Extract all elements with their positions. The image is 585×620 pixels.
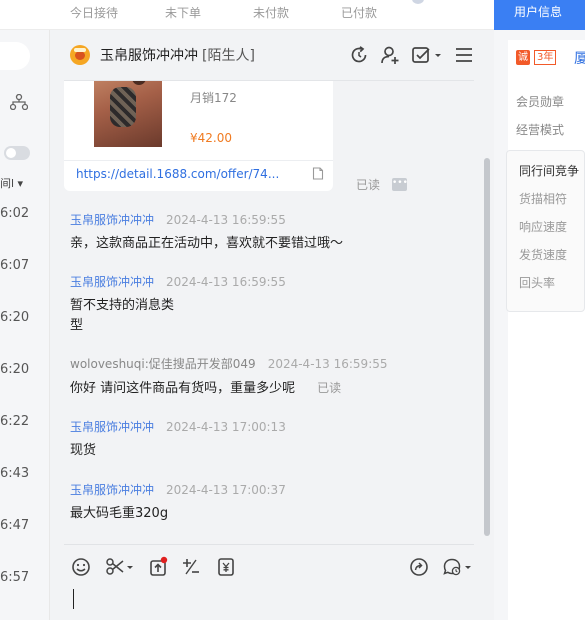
conversation-time[interactable]: 6:07: [0, 258, 29, 273]
conversation-time[interactable]: 6:43: [0, 466, 29, 481]
price-tag-icon[interactable]: [215, 556, 237, 578]
message-list: 月销172 ¥42.00 https://detail.1688.com/off…: [50, 81, 494, 541]
sort-dropdown-label: 间l: [0, 177, 15, 190]
message-meta: woloveshuqi:促佳搜品开发部049 2024-4-13 16:59:55: [70, 355, 388, 372]
message-sender[interactable]: 玉帛服饰冲冲冲: [70, 420, 154, 434]
read-status: 已读: [356, 178, 381, 192]
add-contact-icon[interactable]: [379, 44, 401, 66]
conversation-list: 间l ▾ 6:02 6:07 6:20 6:20 6:22 6:43 6:47 …: [0, 30, 50, 620]
more-icon[interactable]: •••: [392, 178, 408, 191]
shop-name[interactable]: 厦: [574, 48, 585, 68]
message-sender[interactable]: 玉帛服饰冲冲冲: [70, 275, 154, 289]
scissors-icon[interactable]: [105, 556, 135, 578]
message-text: 你好 请问这件商品有货吗，重量多少呢 已读: [70, 378, 341, 399]
conversation-time[interactable]: 6:02: [0, 206, 29, 221]
user-avatar-icon[interactable]: [412, 0, 424, 4]
peer-item: 发货速度: [519, 248, 568, 262]
emoji-icon[interactable]: [70, 556, 92, 578]
contact-tag: [陌生人]: [202, 48, 255, 64]
sort-dropdown[interactable]: 间l ▾: [0, 175, 23, 191]
peer-item: 货描相符: [519, 192, 568, 206]
integrity-years: 3年: [534, 50, 557, 65]
message-meta: 玉帛服饰冲冲冲 2024-4-13 16:59:55: [70, 273, 286, 290]
chat-panel: 玉帛服饰冲冲冲 [陌生人] 月销172 ¥42.00 https://detai…: [50, 30, 494, 620]
message-input[interactable]: [73, 589, 74, 609]
message-text: 暂不支持的消息类: [70, 298, 175, 313]
tab-unpaid[interactable]: 未付款: [253, 4, 289, 21]
message-sender[interactable]: 玉帛服饰冲冲冲: [70, 483, 154, 497]
product-price: ¥42.00: [190, 131, 232, 145]
contact-name[interactable]: 玉帛服饰冲冲冲: [100, 45, 198, 65]
message-meta: 玉帛服饰冲冲冲 2024-4-13 16:59:55: [70, 211, 286, 228]
tab-not-ordered[interactable]: 未下单: [165, 4, 201, 21]
tab-paid[interactable]: 已付款: [341, 4, 377, 21]
product-link[interactable]: https://detail.1688.com/offer/74...: [76, 167, 279, 181]
conversation-time[interactable]: 6:47: [0, 518, 29, 533]
message-text: 亲，这款商品正在活动中，喜欢就不要错过哦～: [70, 236, 344, 251]
message-time: 2024-4-13 16:59:55: [166, 275, 286, 289]
message-sender[interactable]: 玉帛服饰冲冲冲: [70, 213, 154, 227]
scrollbar[interactable]: [484, 158, 490, 536]
upload-icon[interactable]: [147, 556, 169, 578]
share-icon[interactable]: [408, 556, 430, 578]
contact-avatar[interactable]: [70, 45, 90, 65]
product-card[interactable]: 月销172 ¥42.00 https://detail.1688.com/off…: [64, 81, 333, 191]
plus-minus-icon[interactable]: [180, 556, 202, 578]
top-tab-bar: 今日接待 未下单 未付款 已付款: [0, 0, 494, 30]
search-input[interactable]: [0, 42, 30, 70]
tab-user-info[interactable]: 用户信息: [494, 0, 585, 30]
toolbar-divider: [64, 544, 474, 545]
conversation-time[interactable]: 6:20: [0, 362, 29, 377]
peer-comparison-box: 同行间竞争 货描相符 响应速度 发货速度 回头率: [506, 150, 585, 312]
filter-toggle[interactable]: [4, 146, 30, 160]
message-time: 2024-4-13 17:00:13: [166, 420, 286, 434]
message-meta: 玉帛服饰冲冲冲 2024-4-13 17:00:37: [70, 481, 286, 498]
read-status: 已读: [317, 381, 342, 395]
peer-item: 回头率: [519, 276, 556, 290]
user-info-panel: 诚 3年 厦 会员勋章 经营模式 同行间竞争 货描相符 响应速度 发货速度 回头…: [494, 30, 585, 620]
message-meta: 玉帛服饰冲冲冲 2024-4-13 17:00:13: [70, 418, 286, 435]
history-icon[interactable]: [441, 556, 473, 578]
message-text: 型: [70, 318, 84, 333]
message-text: 最大码毛重320g: [70, 506, 169, 521]
message-time: 2024-4-13 16:59:55: [166, 213, 286, 227]
menu-icon[interactable]: [453, 44, 475, 66]
task-icon[interactable]: [411, 44, 443, 66]
org-tree-icon[interactable]: [10, 94, 28, 110]
chat-header: 玉帛服饰冲冲冲 [陌生人]: [50, 30, 494, 80]
conversation-time[interactable]: 6:20: [0, 310, 29, 325]
member-badge-label: 会员勋章: [516, 95, 565, 109]
message-time: 2024-4-13 17:00:37: [166, 483, 286, 497]
conversation-time[interactable]: 6:57: [0, 570, 29, 585]
product-card-divider: [64, 160, 333, 161]
tab-today-reception[interactable]: 今日接待: [70, 4, 118, 21]
message-text: 现货: [70, 443, 97, 458]
message-sender[interactable]: woloveshuqi:促佳搜品开发部049: [70, 357, 256, 371]
business-mode-label: 经营模式: [516, 123, 565, 137]
message-time: 2024-4-13 16:59:55: [267, 357, 388, 371]
document-icon[interactable]: [312, 167, 324, 180]
notification-dot: [160, 556, 168, 564]
integrity-badge: 诚: [516, 50, 530, 65]
message-content: 你好 请问这件商品有货吗，重量多少呢: [70, 381, 296, 396]
refresh-icon[interactable]: [348, 44, 370, 66]
product-sales: 月销172: [190, 91, 237, 105]
peer-title: 同行间竞争: [519, 164, 580, 178]
conversation-time[interactable]: 6:22: [0, 414, 29, 429]
peer-item: 响应速度: [519, 220, 568, 234]
product-image[interactable]: [94, 81, 162, 147]
